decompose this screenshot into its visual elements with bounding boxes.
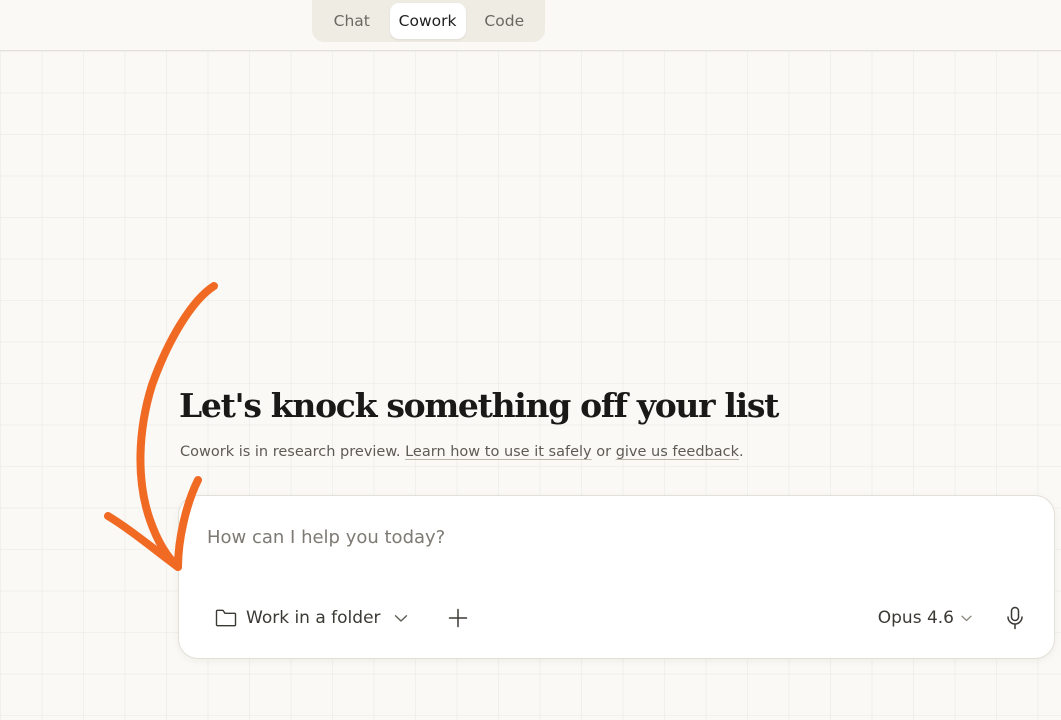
- top-bar: Chat Cowork Code: [0, 0, 1061, 51]
- research-preview-notice: Cowork is in research preview. Learn how…: [180, 444, 744, 460]
- mode-switcher: Chat Cowork Code: [312, 0, 545, 42]
- cowork-home-page: Chat Cowork Code Let's knock something o…: [0, 0, 1061, 720]
- folder-button-label: Work in a folder: [246, 608, 381, 628]
- learn-safely-link[interactable]: Learn how to use it safely: [405, 444, 592, 460]
- notice-text: Cowork is in research preview.: [180, 444, 401, 460]
- page-title: Let's knock something off your list: [179, 386, 779, 425]
- add-attachment-button[interactable]: [445, 605, 471, 631]
- prompt-input[interactable]: [207, 522, 1007, 552]
- tab-cowork[interactable]: Cowork: [389, 3, 466, 39]
- model-selector[interactable]: Opus 4.6: [878, 604, 972, 632]
- tab-chat[interactable]: Chat: [316, 3, 388, 39]
- feedback-link[interactable]: give us feedback: [616, 444, 739, 460]
- work-in-folder-button[interactable]: Work in a folder: [215, 604, 408, 632]
- chevron-down-icon: [961, 615, 972, 622]
- notice-or-text: or: [596, 444, 612, 460]
- tab-code[interactable]: Code: [468, 3, 541, 39]
- plus-icon: [448, 608, 468, 628]
- notice-period: .: [739, 444, 744, 460]
- chevron-down-icon: [394, 614, 408, 623]
- microphone-icon: [1006, 606, 1024, 630]
- folder-icon: [215, 609, 237, 627]
- voice-input-button[interactable]: [1002, 603, 1028, 633]
- model-selector-label: Opus 4.6: [877, 608, 954, 628]
- prompt-composer: Work in a folder Opus 4.6: [178, 495, 1055, 659]
